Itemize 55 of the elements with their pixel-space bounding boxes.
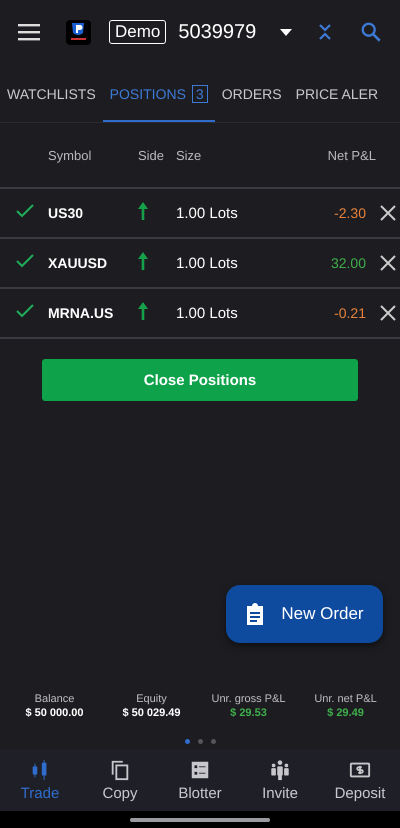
tab[interactable]: ORDERS: [214, 64, 289, 122]
nav-item[interactable]: Deposit: [324, 750, 396, 811]
stat-value: $ 29.49: [327, 707, 364, 719]
tab[interactable]: PRICE ALER: [288, 64, 386, 122]
pnl-cell-text: 32.00: [330, 255, 366, 271]
pnl-cell-text: -2.30: [333, 205, 366, 221]
nav-item[interactable]: Invite: [244, 750, 316, 811]
count-badge: 3: [192, 84, 208, 102]
account-number[interactable]: 5039979: [178, 20, 256, 44]
page-dot[interactable]: [210, 739, 216, 744]
symbol-cell-text: US30: [48, 205, 84, 221]
stat-label: Balance: [34, 693, 74, 705]
column-header: Net P&L: [326, 148, 377, 162]
page-dot[interactable]: [184, 739, 190, 744]
tab-label: PRICE ALER: [296, 86, 378, 102]
copy-icon: [109, 759, 131, 781]
stat-value: $ 29.53: [230, 707, 267, 719]
size-cell-text: 1.00 Lots: [176, 254, 239, 272]
close-icon[interactable]: [380, 255, 396, 271]
tab-label: POSITIONS: [110, 86, 186, 102]
tab-label: WATCHLISTS: [7, 86, 96, 102]
page-dot[interactable]: [198, 739, 202, 744]
new-order-button[interactable]: New Order: [226, 585, 383, 643]
account-badge: Demo: [109, 20, 166, 44]
symbol-cell-text: XAUUSD: [48, 255, 108, 271]
up-arrow-icon: [138, 202, 148, 220]
size-cell-text: 1.00 Lots: [176, 304, 239, 322]
logo-icon: [66, 20, 91, 44]
menu-icon[interactable]: [18, 23, 40, 41]
stat-label: Unr. net P&L: [314, 693, 377, 705]
size-cell-text: 1.00 Lots: [176, 204, 239, 222]
list-icon: [189, 759, 211, 781]
symbol-cell-text: MRNA.US: [48, 305, 114, 321]
stat-label: Unr. gross P&L: [212, 693, 286, 705]
tab[interactable]: WATCHLISTS: [0, 64, 103, 122]
stat-value: $ 50 000.00: [25, 707, 84, 719]
close-icon[interactable]: [380, 305, 396, 321]
pnl-cell-text: -0.21: [333, 305, 366, 321]
close-icon[interactable]: [380, 205, 396, 221]
up-arrow-icon: [138, 302, 148, 320]
dropdown-caret-icon[interactable]: [280, 28, 292, 36]
nav-item[interactable]: Blotter: [164, 750, 236, 811]
people-icon: [269, 759, 291, 781]
column-header: Side: [138, 148, 166, 162]
column-header: Size: [176, 148, 202, 162]
tab-label: ORDERS: [222, 86, 282, 102]
collapse-icon[interactable]: [318, 23, 332, 41]
column-header: Symbol: [48, 148, 92, 162]
stat-value: $ 50 029.49: [122, 707, 181, 719]
stat-label: Equity: [136, 693, 167, 705]
up-arrow-icon: [138, 252, 148, 270]
search-icon[interactable]: [360, 21, 382, 43]
tab[interactable]: POSITIONS 3: [102, 64, 215, 122]
nav-item[interactable]: Copy: [84, 750, 156, 811]
clipboard-icon: [245, 603, 266, 625]
